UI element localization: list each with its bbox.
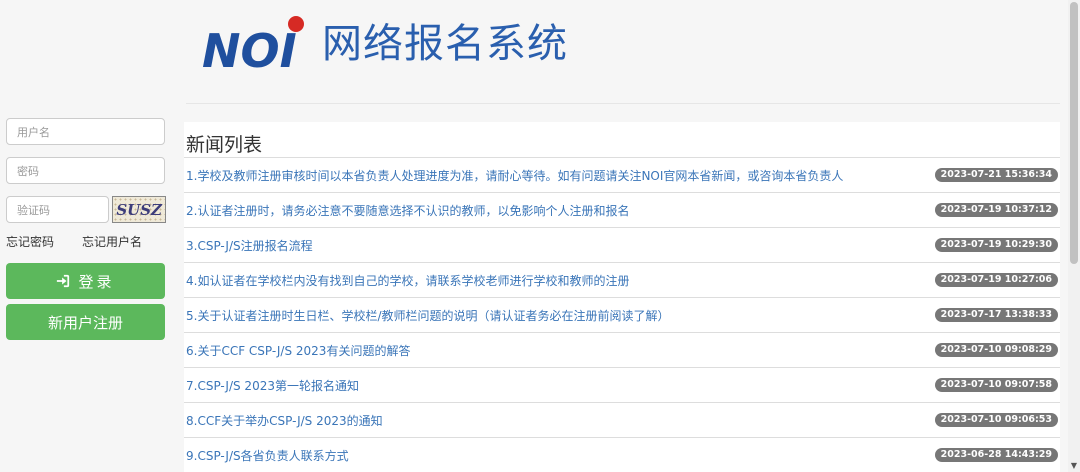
- forgot-password-link[interactable]: 忘记密码: [6, 233, 54, 250]
- news-date-badge: 2023-07-19 10:29:30: [934, 238, 1058, 252]
- forgot-links: 忘记密码 忘记用户名: [6, 233, 166, 250]
- news-link[interactable]: 9.CSP-J/S各省负责人联系方式: [186, 447, 349, 464]
- page-title: 网络报名系统: [322, 21, 568, 67]
- news-date-badge: 2023-07-10 09:08:29: [934, 343, 1058, 357]
- login-button-label: 登录: [78, 272, 115, 291]
- news-link[interactable]: 3.CSP-J/S注册报名流程: [186, 237, 313, 254]
- register-button-label: 新用户注册: [47, 313, 123, 332]
- forgot-username-link[interactable]: 忘记用户名: [82, 233, 142, 250]
- news-item: 3.CSP-J/S注册报名流程 2023-07-19 10:29:30: [184, 227, 1060, 262]
- news-date-badge: 2023-07-17 13:38:33: [934, 308, 1058, 322]
- news-item: 8.CCF关于举办CSP-J/S 2023的通知 2023-07-10 09:06…: [184, 402, 1060, 437]
- login-panel: 用户名 密码 验证码 SUSZ 忘记密码 忘记用户名 登录 新用户注册: [6, 118, 166, 345]
- news-list-title: 新闻列表: [186, 134, 263, 156]
- password-input[interactable]: 密码: [6, 157, 165, 184]
- news-link[interactable]: 2.认证者注册时，请务必注意不要随意选择不认识的教师，以免影响个人注册和报名: [186, 202, 629, 219]
- news-link[interactable]: 1.学校及教师注册审核时间以本省负责人处理进度为准，请耐心等待。如有问题请关注N…: [186, 167, 843, 184]
- news-date-badge: 2023-07-10 09:07:58: [934, 378, 1058, 392]
- news-item: 6.关于CCF CSP-J/S 2023有关问题的解答 2023-07-10 09…: [184, 332, 1060, 367]
- news-date-badge: 2023-07-19 10:27:06: [934, 273, 1058, 287]
- news-item: 1.学校及教师注册审核时间以本省负责人处理进度为准，请耐心等待。如有问题请关注N…: [184, 157, 1060, 192]
- captcha-input[interactable]: 验证码: [6, 196, 110, 223]
- news-item: 4.如认证者在学校栏内没有找到自己的学校，请联系学校老师进行学校和教师的注册 20…: [184, 262, 1060, 297]
- news-date-badge: 2023-07-10 09:06:53: [934, 413, 1058, 427]
- page-scrollbar[interactable]: ▼: [1068, 0, 1080, 472]
- news-link[interactable]: 7.CSP-J/S 2023第一轮报名通知: [186, 377, 359, 394]
- news-panel: 新闻列表 1.学校及教师注册审核时间以本省负责人处理进度为准，请耐心等待。如有问…: [184, 122, 1060, 472]
- password-placeholder: 密码: [17, 164, 39, 178]
- news-item: 7.CSP-J/S 2023第一轮报名通知 2023-07-10 09:07:58: [184, 367, 1060, 402]
- sign-in-icon: [57, 274, 70, 288]
- captcha-placeholder: 验证码: [17, 203, 50, 217]
- site-header: NOI 网络报名系统: [200, 4, 568, 84]
- news-list: 1.学校及教师注册审核时间以本省负责人处理进度为准，请耐心等待。如有问题请关注N…: [184, 157, 1060, 472]
- news-link[interactable]: 5.关于认证者注册时生日栏、学校栏/教师栏问题的说明（请认证者务必在注册前阅读了…: [186, 307, 670, 324]
- captcha-image[interactable]: SUSZ: [112, 196, 166, 223]
- captcha-text: SUSZ: [116, 200, 163, 219]
- news-date-badge: 2023-06-28 14:43:29: [934, 448, 1058, 462]
- news-link[interactable]: 4.如认证者在学校栏内没有找到自己的学校，请联系学校老师进行学校和教师的注册: [186, 272, 629, 289]
- logo-text: NOI: [202, 24, 297, 75]
- captcha-row: 验证码 SUSZ: [6, 196, 166, 223]
- noi-logo: NOI: [202, 16, 304, 75]
- register-button[interactable]: 新用户注册: [6, 304, 165, 340]
- news-date-badge: 2023-07-21 15:36:34: [934, 168, 1058, 182]
- username-placeholder: 用户名: [17, 125, 50, 139]
- news-link[interactable]: 8.CCF关于举办CSP-J/S 2023的通知: [186, 412, 383, 429]
- header-divider: [186, 103, 1060, 104]
- scroll-down-arrow-icon[interactable]: ▼: [1068, 461, 1080, 470]
- news-date-badge: 2023-07-19 10:37:12: [934, 203, 1058, 217]
- scrollbar-thumb[interactable]: [1070, 2, 1078, 264]
- news-item: 9.CSP-J/S各省负责人联系方式 2023-06-28 14:43:29: [184, 437, 1060, 472]
- news-item: 5.关于认证者注册时生日栏、学校栏/教师栏问题的说明（请认证者务必在注册前阅读了…: [184, 297, 1060, 332]
- username-input[interactable]: 用户名: [6, 118, 165, 145]
- news-link[interactable]: 6.关于CCF CSP-J/S 2023有关问题的解答: [186, 342, 410, 359]
- login-button[interactable]: 登录: [6, 263, 165, 299]
- news-item: 2.认证者注册时，请务必注意不要随意选择不认识的教师，以免影响个人注册和报名 20…: [184, 192, 1060, 227]
